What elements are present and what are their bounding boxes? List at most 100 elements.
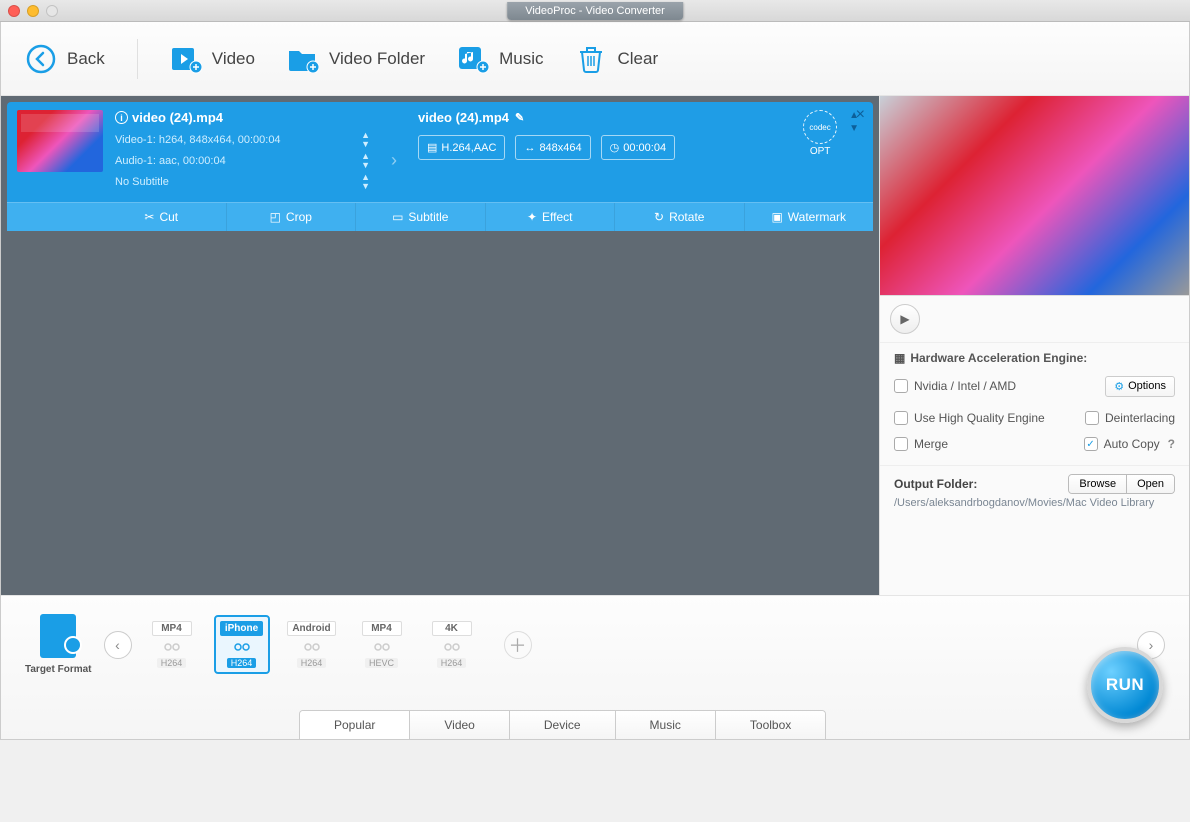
- format-top-label: MP4: [152, 621, 192, 636]
- tab-video[interactable]: Video: [409, 711, 508, 739]
- format-link-icon: [300, 638, 324, 656]
- rename-icon[interactable]: ✎: [515, 111, 524, 124]
- add-video-button[interactable]: Video: [170, 43, 255, 75]
- dest-res-badge[interactable]: ↔848x464: [515, 135, 590, 160]
- bottom-panel: Target Format ‹ MP4H264iPhoneH264Android…: [1, 595, 1189, 739]
- source-filename: video (24).mp4: [132, 110, 223, 125]
- dest-codec-badge[interactable]: ▤H.264,AAC: [418, 135, 505, 160]
- hq-checkbox[interactable]: [894, 411, 908, 425]
- codec-options-button[interactable]: codec OPT: [803, 110, 837, 157]
- close-window-icon[interactable]: [8, 5, 20, 17]
- subtitle-stepper[interactable]: ▲▼: [361, 173, 370, 191]
- hw-chip-label: Nvidia / Intel / AMD: [914, 379, 1016, 393]
- format-top-label: Android: [287, 621, 335, 636]
- clock-icon: ◷: [610, 141, 620, 154]
- info-icon[interactable]: i: [115, 111, 128, 124]
- film-icon: ▤: [427, 141, 437, 154]
- format-preset-mp4[interactable]: MP4 HEVC: [354, 617, 410, 672]
- format-preset-iphone[interactable]: iPhone H264: [214, 615, 270, 674]
- source-video-line: Video-1: h264, 848x464, 00:00:04: [115, 134, 281, 146]
- format-codec-label: H264: [297, 658, 327, 668]
- subtitle-button[interactable]: ▭Subtitle: [355, 203, 485, 231]
- crop-button[interactable]: ◰Crop: [226, 203, 356, 231]
- remove-item-icon[interactable]: ×: [856, 106, 865, 124]
- video-plus-icon: [170, 43, 202, 75]
- window-titlebar: VideoProc - Video Converter: [0, 0, 1190, 22]
- add-folder-button[interactable]: Video Folder: [287, 43, 425, 75]
- dest-duration-badge[interactable]: ◷00:00:04: [601, 135, 675, 160]
- format-link-icon: [370, 638, 394, 656]
- music-plus-icon: [457, 43, 489, 75]
- divider: [137, 39, 138, 79]
- tab-music[interactable]: Music: [615, 711, 715, 739]
- destination-info: video (24).mp4 ✎ ▤H.264,AAC ↔848x464 ◷00:…: [418, 110, 783, 160]
- format-preset-android[interactable]: Android H264: [284, 617, 340, 672]
- format-link-icon: [230, 638, 254, 656]
- format-top-label: iPhone: [220, 621, 263, 636]
- add-music-button[interactable]: Music: [457, 43, 543, 75]
- format-link-icon: [440, 638, 464, 656]
- opt-label: OPT: [810, 146, 831, 157]
- clear-button[interactable]: Clear: [575, 43, 658, 75]
- music-label: Music: [499, 49, 543, 69]
- watermark-button[interactable]: ▣Watermark: [744, 203, 874, 231]
- format-codec-label: H264: [157, 658, 187, 668]
- format-top-label: 4K: [432, 621, 472, 636]
- rotate-icon: ↻: [654, 210, 664, 224]
- open-button[interactable]: Open: [1127, 475, 1174, 493]
- format-category-tabs: Popular Video Device Music Toolbox: [299, 710, 826, 739]
- target-format-icon: [40, 614, 76, 658]
- effect-button[interactable]: ✦Effect: [485, 203, 615, 231]
- tab-device[interactable]: Device: [509, 711, 615, 739]
- hw-chip-checkbox[interactable]: [894, 379, 908, 393]
- edit-toolbar: ✂Cut ◰Crop ▭Subtitle ✦Effect ↻Rotate ▣Wa…: [7, 202, 873, 231]
- format-preset-4k[interactable]: 4K H264: [424, 617, 480, 672]
- browse-button[interactable]: Browse: [1069, 475, 1127, 493]
- video-item[interactable]: × i video (24).mp4 Video-1: h264, 848x464…: [7, 102, 873, 231]
- run-button[interactable]: RUN: [1087, 647, 1163, 723]
- video-track-stepper[interactable]: ▲▼: [361, 131, 370, 149]
- dest-filename: video (24).mp4: [418, 110, 509, 125]
- hq-label: Use High Quality Engine: [914, 411, 1045, 425]
- format-preset-mp4[interactable]: MP4 H264: [144, 617, 200, 672]
- deint-checkbox[interactable]: [1085, 411, 1099, 425]
- format-link-icon: [160, 638, 184, 656]
- maximize-window-icon: [46, 5, 58, 17]
- wand-icon: ✦: [527, 210, 537, 224]
- format-codec-label: H264: [227, 658, 257, 668]
- output-folder-label: Output Folder:: [894, 477, 977, 491]
- back-button[interactable]: Back: [25, 43, 105, 75]
- help-icon[interactable]: ?: [1168, 437, 1175, 451]
- source-thumbnail: [17, 110, 103, 172]
- minimize-window-icon[interactable]: [27, 5, 39, 17]
- codec-gear-icon: codec: [803, 110, 837, 144]
- deint-label: Deinterlacing: [1105, 411, 1175, 425]
- source-info: i video (24).mp4 Video-1: h264, 848x464, …: [115, 110, 370, 194]
- tab-popular[interactable]: Popular: [300, 711, 409, 739]
- folder-plus-icon: [287, 43, 319, 75]
- play-button[interactable]: ▶: [890, 304, 920, 334]
- format-codec-label: HEVC: [365, 658, 398, 668]
- format-top-label: MP4: [362, 621, 402, 636]
- gear-icon: ⚙: [1114, 380, 1124, 393]
- video-queue: × i video (24).mp4 Video-1: h264, 848x464…: [1, 96, 879, 595]
- merge-label: Merge: [914, 437, 948, 451]
- video-label: Video: [212, 49, 255, 69]
- audio-track-stepper[interactable]: ▲▼: [361, 152, 370, 170]
- side-panel: ▶ ▦Hardware Acceleration Engine: Nvidia …: [879, 96, 1189, 595]
- rotate-button[interactable]: ↻Rotate: [614, 203, 744, 231]
- format-codec-label: H264: [437, 658, 467, 668]
- crop-icon: ◰: [270, 210, 281, 224]
- hw-options-button[interactable]: ⚙Options: [1105, 376, 1175, 397]
- play-icon: ▶: [900, 312, 909, 326]
- add-format-button[interactable]: ＋: [504, 631, 532, 659]
- conversion-arrow-icon: ›: [382, 134, 406, 171]
- resize-icon: ↔: [524, 142, 535, 154]
- merge-checkbox[interactable]: [894, 437, 908, 451]
- cut-button[interactable]: ✂Cut: [97, 203, 226, 231]
- format-prev-button[interactable]: ‹: [104, 631, 132, 659]
- tab-toolbox[interactable]: Toolbox: [715, 711, 825, 739]
- hw-section-title: ▦Hardware Acceleration Engine:: [894, 351, 1175, 365]
- target-format-label: Target Format: [25, 664, 92, 675]
- autocopy-checkbox[interactable]: [1084, 437, 1098, 451]
